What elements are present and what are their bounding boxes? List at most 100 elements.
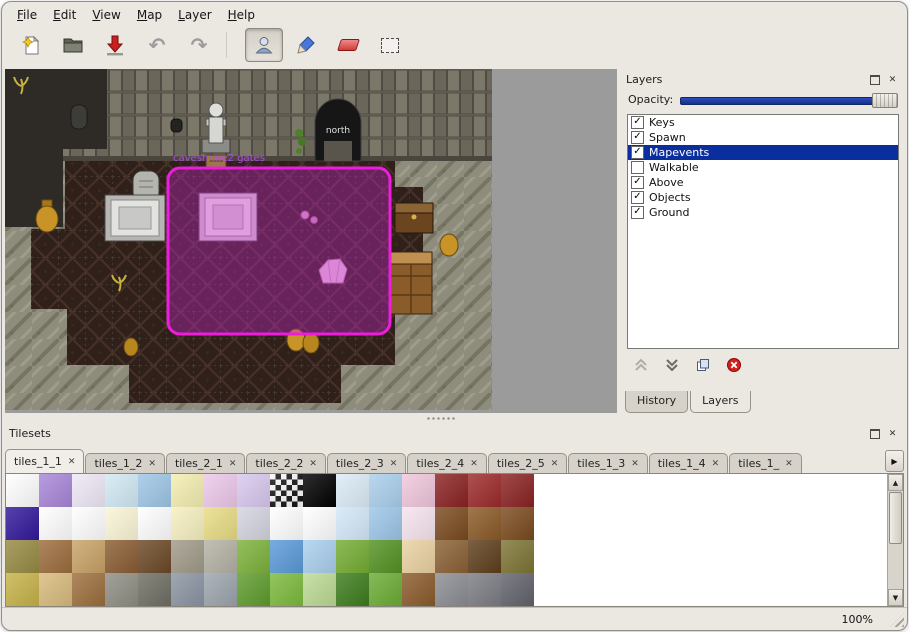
tileset-tile[interactable] <box>336 507 369 540</box>
tileset-tile[interactable] <box>6 540 39 573</box>
layer-checkbox[interactable]: ✓ <box>631 206 644 219</box>
tileset-tile[interactable] <box>270 573 303 606</box>
tileset-tile[interactable] <box>72 573 105 606</box>
tileset-tile[interactable] <box>270 540 303 573</box>
tileset-tile[interactable] <box>501 573 534 606</box>
tileset-tile[interactable] <box>435 474 468 507</box>
tab-close-icon[interactable]: ✕ <box>551 459 559 469</box>
tileset-tile[interactable] <box>369 573 402 606</box>
tileset-tile[interactable] <box>336 540 369 573</box>
tileset-tile[interactable] <box>501 507 534 540</box>
tileset-tile[interactable] <box>435 573 468 606</box>
layer-row-selected[interactable]: ✓ Mapevents <box>628 145 898 160</box>
save-button[interactable] <box>96 28 134 62</box>
tileset-tile[interactable] <box>303 474 336 507</box>
tileset-tile[interactable] <box>171 573 204 606</box>
tileset-tile[interactable] <box>501 474 534 507</box>
tileset-tile[interactable] <box>270 474 303 507</box>
opacity-slider[interactable] <box>680 92 898 107</box>
duplicate-layer-button[interactable] <box>694 357 712 373</box>
tab-close-icon[interactable]: ✕ <box>148 459 156 469</box>
float-dock-button[interactable] <box>867 427 882 441</box>
tileset-tile[interactable] <box>204 573 237 606</box>
menu-view[interactable]: View <box>85 6 127 24</box>
menu-map[interactable]: Map <box>130 6 169 24</box>
tileset-tile[interactable] <box>39 507 72 540</box>
tileset-tile[interactable] <box>204 507 237 540</box>
new-file-button[interactable] <box>12 28 50 62</box>
select-tool-button[interactable] <box>371 28 409 62</box>
tileset-tile[interactable] <box>468 474 501 507</box>
tileset-tile[interactable] <box>72 474 105 507</box>
tileset-tile[interactable] <box>501 540 534 573</box>
event-tool-button[interactable] <box>245 28 283 62</box>
tileset-tile[interactable] <box>336 474 369 507</box>
tab-close-icon[interactable]: ✕ <box>68 457 76 467</box>
tileset-tile[interactable] <box>468 573 501 606</box>
opacity-slider-handle[interactable] <box>872 93 898 108</box>
tileset-tab[interactable]: tiles_2_3 ✕ <box>327 453 406 473</box>
tileset-view[interactable]: ▲ ▼ <box>5 473 904 607</box>
horizontal-splitter[interactable] <box>2 413 907 423</box>
tileset-tile[interactable] <box>171 474 204 507</box>
layer-checkbox[interactable]: ✓ <box>631 116 644 129</box>
tileset-tile[interactable] <box>369 540 402 573</box>
tileset-tile[interactable] <box>402 507 435 540</box>
tileset-tile[interactable] <box>468 507 501 540</box>
menu-help[interactable]: Help <box>221 6 262 24</box>
layer-checkbox[interactable]: ✓ <box>631 131 644 144</box>
tileset-grid[interactable] <box>6 474 534 606</box>
tab-close-icon[interactable]: ✕ <box>631 459 639 469</box>
tileset-tab[interactable]: tiles_1_3 ✕ <box>568 453 647 473</box>
tileset-tile[interactable] <box>39 474 72 507</box>
tileset-tile[interactable] <box>6 474 39 507</box>
tab-scroll-right-button[interactable]: ▶ <box>885 450 904 472</box>
tileset-tile[interactable] <box>303 573 336 606</box>
tileset-scrollbar[interactable]: ▲ ▼ <box>887 474 903 606</box>
tileset-tile[interactable] <box>138 507 171 540</box>
tileset-tile[interactable] <box>237 573 270 606</box>
tileset-tile[interactable] <box>39 573 72 606</box>
tileset-tile[interactable] <box>237 474 270 507</box>
close-dock-button[interactable]: ✕ <box>885 427 900 441</box>
tileset-tab[interactable]: tiles_2_4 ✕ <box>407 453 486 473</box>
tileset-tile[interactable] <box>72 540 105 573</box>
tab-close-icon[interactable]: ✕ <box>785 459 793 469</box>
raise-layer-button[interactable] <box>632 357 650 373</box>
tileset-tile[interactable] <box>171 540 204 573</box>
layer-row[interactable]: ✓ Above <box>628 175 898 190</box>
tileset-tile[interactable] <box>435 507 468 540</box>
map-canvas[interactable]: north <box>5 69 617 413</box>
open-button[interactable] <box>54 28 92 62</box>
brush-tool-button[interactable] <box>287 28 325 62</box>
tileset-tab[interactable]: tiles_1_1 ✕ <box>5 449 84 473</box>
tileset-tile[interactable] <box>105 474 138 507</box>
tileset-tile[interactable] <box>105 507 138 540</box>
redo-button[interactable]: ↷ <box>180 28 218 62</box>
tileset-tile[interactable] <box>303 507 336 540</box>
scroll-down-button[interactable]: ▼ <box>888 589 903 606</box>
tileset-tile[interactable] <box>138 474 171 507</box>
resize-grip-icon[interactable] <box>890 613 904 627</box>
lower-layer-button[interactable] <box>663 357 681 373</box>
layer-row[interactable]: ✓ Ground <box>628 205 898 220</box>
tileset-tab[interactable]: tiles_2_1 ✕ <box>166 453 245 473</box>
close-dock-button[interactable]: ✕ <box>885 73 900 87</box>
eraser-tool-button[interactable] <box>329 28 367 62</box>
tileset-tile[interactable] <box>204 474 237 507</box>
menu-layer[interactable]: Layer <box>171 6 218 24</box>
layer-row[interactable]: ✓ Spawn <box>628 130 898 145</box>
layer-checkbox[interactable] <box>631 161 644 174</box>
tab-close-icon[interactable]: ✕ <box>309 459 317 469</box>
tileset-tile[interactable] <box>138 573 171 606</box>
tab-layers[interactable]: Layers <box>690 391 750 413</box>
menu-file[interactable]: File <box>10 6 44 24</box>
tileset-tile[interactable] <box>204 540 237 573</box>
scroll-up-button[interactable]: ▲ <box>888 474 903 491</box>
tileset-tile[interactable] <box>402 573 435 606</box>
tileset-tile[interactable] <box>336 573 369 606</box>
tab-history[interactable]: History <box>625 391 688 413</box>
map-viewport[interactable]: north <box>5 69 617 413</box>
menu-edit[interactable]: Edit <box>46 6 83 24</box>
float-dock-button[interactable] <box>867 73 882 87</box>
